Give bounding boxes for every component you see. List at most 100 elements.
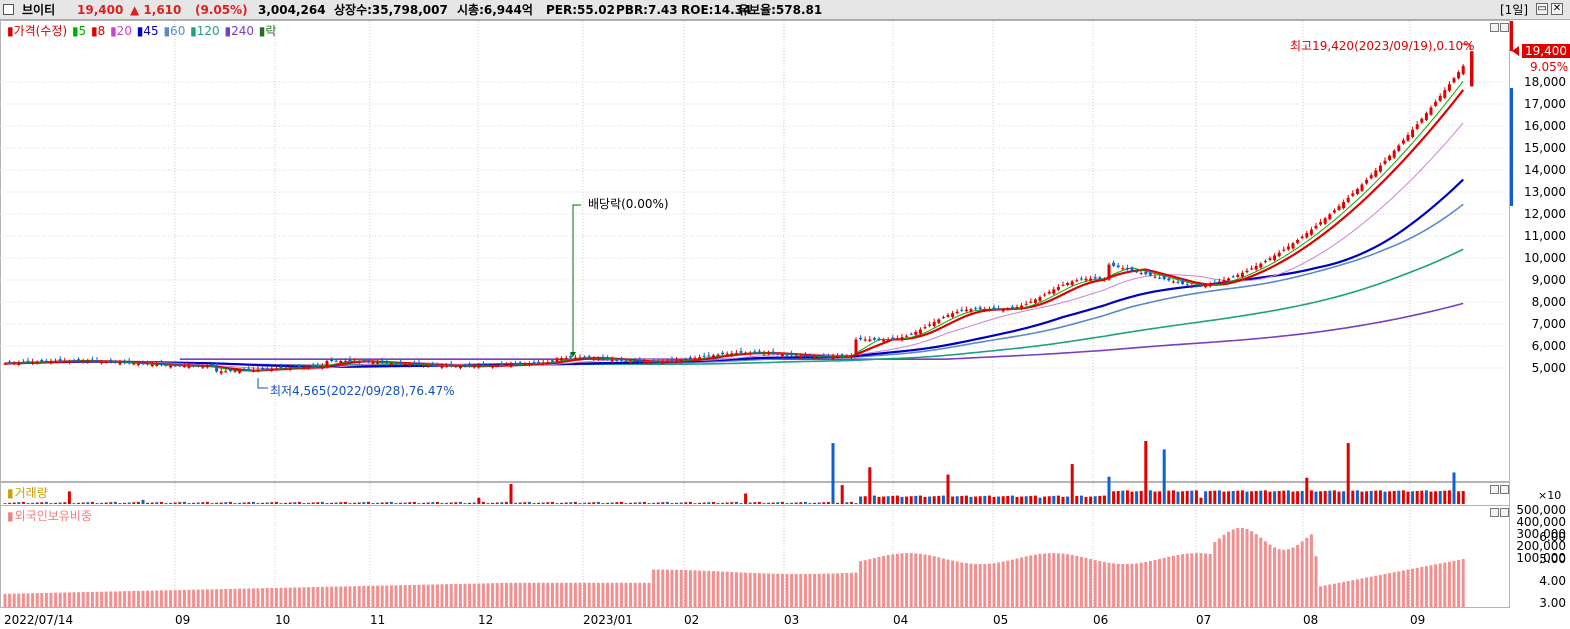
volume-bar [1378, 490, 1382, 504]
foreign-ownership-bar [969, 563, 973, 607]
x-tick-label: 08 [1303, 613, 1319, 627]
volume-bar [767, 502, 771, 504]
foreign-ownership-bar [297, 587, 301, 607]
volume-bar [1365, 491, 1369, 504]
foreign-tick-label: 4.00 [1539, 574, 1566, 588]
candle-body [366, 360, 370, 363]
candle-body [1190, 286, 1194, 288]
volume-bar [601, 503, 605, 504]
candle-body [353, 361, 357, 363]
foreign-ownership-bar [1250, 531, 1254, 607]
foreign-ownership-bar [141, 590, 145, 607]
foreign-ownership-bar [408, 585, 412, 607]
volume-bar [1305, 477, 1309, 504]
foreign-ownership-bar [514, 582, 518, 607]
volume-bar [1240, 490, 1244, 504]
volume-bar [426, 502, 430, 504]
x-tick-label: 09 [1410, 613, 1426, 627]
candle-body [182, 366, 186, 368]
volume-bar [734, 501, 738, 504]
candle-body [702, 355, 706, 357]
foreign-ownership-bar [1015, 558, 1019, 607]
volume-bar [1369, 490, 1373, 504]
foreign-ownership-bar [1075, 555, 1079, 607]
candle-body [1360, 184, 1364, 191]
candle-body [964, 309, 968, 312]
candle-body [1010, 306, 1014, 309]
volume-bar [17, 502, 21, 504]
candle-body [596, 358, 600, 360]
foreign-ownership-bar [932, 556, 936, 607]
foreign-ownership-bar [817, 573, 821, 607]
foreign-ownership-bar [118, 591, 122, 607]
volume-bar [923, 496, 927, 504]
foreign-ownership-bar [21, 593, 25, 607]
candle-body [845, 355, 849, 357]
candle-body [776, 353, 780, 355]
foreign-ownership-bar [1010, 559, 1014, 607]
candle-body [422, 365, 426, 367]
volume-bar [951, 496, 955, 504]
foreign-ownership-bar [63, 592, 67, 607]
candle-body [141, 362, 145, 365]
candle-body [606, 358, 610, 360]
foreign-ownership-bar [900, 553, 904, 607]
candle-body [468, 364, 472, 367]
price-tick-label: 8,000 [1531, 295, 1566, 309]
foreign-ownership-bar [882, 555, 886, 607]
volume-bar [366, 501, 370, 504]
volume-bar [1139, 490, 1143, 504]
low-annotation: 최저4,565(2022/09/28),76.47% [270, 384, 455, 398]
foreign-ownership-bar [1089, 559, 1093, 607]
foreign-ownership-bar [26, 593, 30, 607]
volume-bar [1397, 490, 1401, 504]
candle-body [992, 307, 996, 310]
foreign-ownership-bar [58, 592, 62, 607]
foreign-ownership-bar [1024, 556, 1028, 607]
foreign-ownership-bar [40, 593, 44, 607]
candle-body [1259, 263, 1263, 268]
volume-bar [21, 501, 25, 504]
foreign-ownership-bar [1116, 563, 1120, 607]
foreign-ownership-bar [164, 590, 168, 607]
volume-bar [642, 501, 646, 504]
candle-body [270, 368, 274, 371]
foreign-ownership-bar [1070, 554, 1074, 607]
candle-body [757, 351, 761, 353]
volume-bar [127, 502, 131, 504]
volume-bar [836, 502, 840, 504]
candle-body [17, 362, 21, 365]
foreign-ownership-bar [1411, 568, 1415, 607]
volume-bar [560, 502, 564, 504]
volume-bar [900, 496, 904, 504]
foreign-ownership-bar [77, 592, 81, 607]
foreign-ownership-bar [458, 583, 462, 607]
foreign-ownership-bar [1447, 561, 1451, 607]
foreign-ownership-bar [1429, 565, 1433, 607]
foreign-ownership-bar [1038, 553, 1042, 607]
volume-bar [403, 502, 407, 504]
volume-bar [716, 503, 720, 504]
foreign-ownership-bar [1190, 553, 1194, 607]
candle-body [1319, 222, 1323, 225]
foreign-ownership-bar [169, 590, 173, 607]
foreign-ownership-bar [504, 582, 508, 607]
candle-body [918, 329, 922, 334]
volume-bar [1351, 490, 1355, 504]
candle-body [1107, 264, 1111, 280]
volume-bar [1277, 490, 1281, 504]
candle-body [734, 353, 738, 355]
candle-body [1342, 202, 1346, 209]
volume-bar [932, 496, 936, 504]
candle-body [684, 359, 688, 361]
volume-bar [527, 501, 531, 504]
volume-bar [141, 499, 145, 504]
volume-bar [233, 503, 237, 504]
foreign-ownership-bar [12, 593, 16, 607]
volume-bar [1346, 443, 1350, 504]
candle-body [1056, 287, 1060, 290]
volume-bar [472, 502, 476, 504]
candle-body [1006, 308, 1010, 310]
foreign-ownership-bar [1222, 534, 1226, 607]
candle-body [320, 366, 324, 369]
